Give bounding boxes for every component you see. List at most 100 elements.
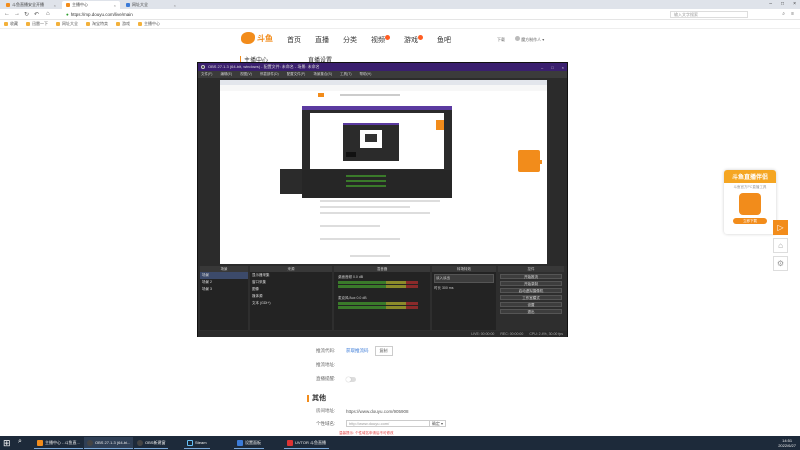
douyu-logo[interactable]: 斗鱼: [241, 32, 273, 44]
menu-scene-collection[interactable]: 场景集合(S): [313, 72, 332, 77]
system-clock[interactable]: 14:51 2022/6/27: [778, 438, 796, 448]
browser-tab-2[interactable]: 主播中心 ×: [62, 1, 120, 9]
reload-icon[interactable]: ↻: [24, 11, 29, 18]
shop-icon: [86, 22, 90, 26]
live-status: LIVE: 00:00:00: [471, 332, 495, 336]
douyu-favicon-icon: [66, 3, 70, 7]
scene-item[interactable]: 场景: [200, 272, 248, 279]
bookmark-item[interactable]: 淘宝特卖: [86, 21, 108, 27]
copy-button[interactable]: 复制: [374, 346, 393, 356]
search-icon[interactable]: ⌕: [782, 11, 785, 17]
play-icon[interactable]: ▷: [773, 220, 788, 235]
taskbar-item[interactable]: Steam: [184, 437, 210, 449]
close-icon[interactable]: ×: [793, 1, 796, 7]
app-icon: [739, 193, 761, 215]
maximize-icon[interactable]: □: [781, 1, 784, 7]
close-tab-icon[interactable]: ×: [174, 3, 176, 8]
studio-mode-button[interactable]: 工作室模式: [500, 295, 562, 300]
settings-icon[interactable]: ⚙: [773, 256, 788, 271]
preview-capture-image: [220, 80, 547, 264]
minimize-icon[interactable]: –: [769, 1, 772, 7]
url-text: https://mp.douyu.com/live/main: [70, 12, 133, 17]
nav-games[interactable]: 游戏: [404, 35, 423, 45]
start-recording-button[interactable]: 开始录制: [500, 281, 562, 286]
nav-live[interactable]: 直播: [315, 35, 329, 45]
taskbar-item[interactable]: 设置面板: [234, 437, 264, 449]
obs-logo-icon: [201, 65, 205, 69]
taskbar-item[interactable]: 主播中心 - 斗鱼直...: [34, 437, 83, 449]
maximize-icon[interactable]: □: [551, 65, 553, 70]
undo-icon[interactable]: ↶: [34, 11, 39, 18]
exit-button[interactable]: 退出: [500, 309, 562, 314]
room-url-row: 房间地址: https://www.douyu.com/905908: [316, 408, 409, 414]
menu-profile[interactable]: 配置文件(P): [287, 72, 306, 77]
promo-card[interactable]: 斗鱼直播伴侣 斗鱼官方PC直播工具 立即下载: [724, 170, 776, 234]
scene-item[interactable]: 场景 3: [200, 286, 248, 293]
nav-category[interactable]: 分类: [343, 35, 357, 45]
setting-label: 推流代码:: [316, 348, 336, 353]
minimize-icon[interactable]: –: [541, 65, 543, 70]
settings-button[interactable]: 设置: [500, 302, 562, 307]
start-streaming-button[interactable]: 开始推流: [500, 274, 562, 279]
menu-help[interactable]: 帮助(H): [360, 72, 372, 77]
nav-home[interactable]: 首页: [287, 35, 301, 45]
menu-file[interactable]: 文件(F): [201, 72, 212, 77]
user-menu[interactable]: 魔方制作人 ▾: [515, 36, 544, 43]
browser-search-input[interactable]: 输入文字搜索: [670, 11, 748, 18]
audio-meter: [338, 306, 418, 309]
close-tab-icon[interactable]: ×: [114, 3, 116, 8]
menu-tools[interactable]: 工具(T): [340, 72, 351, 77]
custom-domain-input[interactable]: http://www.douyu.com/ 确定 ▾: [346, 420, 446, 427]
domain-select[interactable]: 确定 ▾: [428, 420, 445, 427]
taskbar-item[interactable]: OBS 27.1.3 (64-bi...: [84, 437, 134, 449]
taskbar-item[interactable]: UVTOR 斗鱼直播: [284, 437, 330, 449]
close-tab-icon[interactable]: ×: [54, 3, 56, 8]
bookmark-item[interactable]: 网址大全: [56, 21, 78, 27]
source-item[interactable]: 显示器采集: [250, 272, 332, 279]
bookmark-item[interactable]: 收藏: [4, 21, 18, 27]
reminder-toggle[interactable]: [346, 376, 356, 382]
taskbar-item[interactable]: OBS新建窗: [134, 437, 169, 449]
bookmark-item[interactable]: 主播中心: [138, 21, 160, 27]
back-icon[interactable]: ←: [4, 11, 10, 17]
site-header: 斗鱼 首页 直播 分类 视频 游戏 鱼吧 下载 魔方制作人 ▾: [0, 29, 800, 49]
user-area: 下载 魔方制作人 ▾: [497, 36, 544, 43]
scene-item[interactable]: 场景 2: [200, 279, 248, 286]
source-item[interactable]: 媒体源: [250, 293, 332, 300]
menu-edit[interactable]: 编辑(E): [220, 72, 232, 77]
nav-fishbar[interactable]: 鱼吧: [437, 35, 451, 45]
transition-select[interactable]: 淡入淡出: [434, 274, 494, 283]
source-item[interactable]: 图像: [250, 286, 332, 293]
close-icon[interactable]: ×: [562, 65, 564, 70]
download-link[interactable]: 下载: [497, 37, 505, 43]
virtual-camera-button[interactable]: 启动虚拟摄像机: [500, 288, 562, 293]
setting-row-push-url: 推流地址:: [316, 362, 340, 368]
source-item[interactable]: 文本 (GDI+): [250, 300, 332, 307]
taskbar-label: 设置面板: [245, 439, 261, 445]
home-icon[interactable]: ⌂: [46, 11, 50, 17]
steam-icon: [187, 439, 193, 446]
nav-video[interactable]: 视频: [371, 35, 390, 45]
source-item[interactable]: 窗口采集: [250, 279, 332, 286]
menu-view[interactable]: 视图(V): [240, 72, 252, 77]
browser-tab-1[interactable]: 斗鱼直播安全开播 ×: [2, 1, 60, 9]
bookmark-item[interactable]: 迅雷一下: [26, 21, 48, 27]
menu-docks[interactable]: 停靠部件(D): [260, 72, 279, 77]
windows-start-icon[interactable]: ⊞: [3, 438, 13, 448]
search-icon[interactable]: ⌕: [18, 438, 28, 448]
get-push-code-link[interactable]: 获取推流码: [346, 348, 369, 354]
promo-download-button[interactable]: 立即下载: [733, 218, 767, 224]
promo-title: 斗鱼直播伴侣: [724, 170, 776, 183]
nav-favicon-icon: [126, 3, 130, 7]
browser-nav-bar: ← → ↻ ↶ ⌂ ● https://mp.douyu.com/live/ma…: [0, 9, 800, 20]
menu-icon[interactable]: ≡: [791, 11, 794, 17]
address-bar[interactable]: ● https://mp.douyu.com/live/main: [62, 11, 622, 18]
bookmark-label: 主播中心: [144, 21, 160, 26]
browser-tab-3[interactable]: 网址大全 ×: [122, 1, 180, 9]
obs-preview-canvas[interactable]: [220, 80, 547, 264]
forward-icon[interactable]: →: [14, 11, 20, 17]
bookmark-item[interactable]: 游戏: [116, 21, 130, 27]
tab-label: 网址大全: [132, 2, 148, 7]
home-icon[interactable]: ⌂: [773, 238, 788, 253]
duration-value[interactable]: 300 ms: [442, 286, 453, 290]
